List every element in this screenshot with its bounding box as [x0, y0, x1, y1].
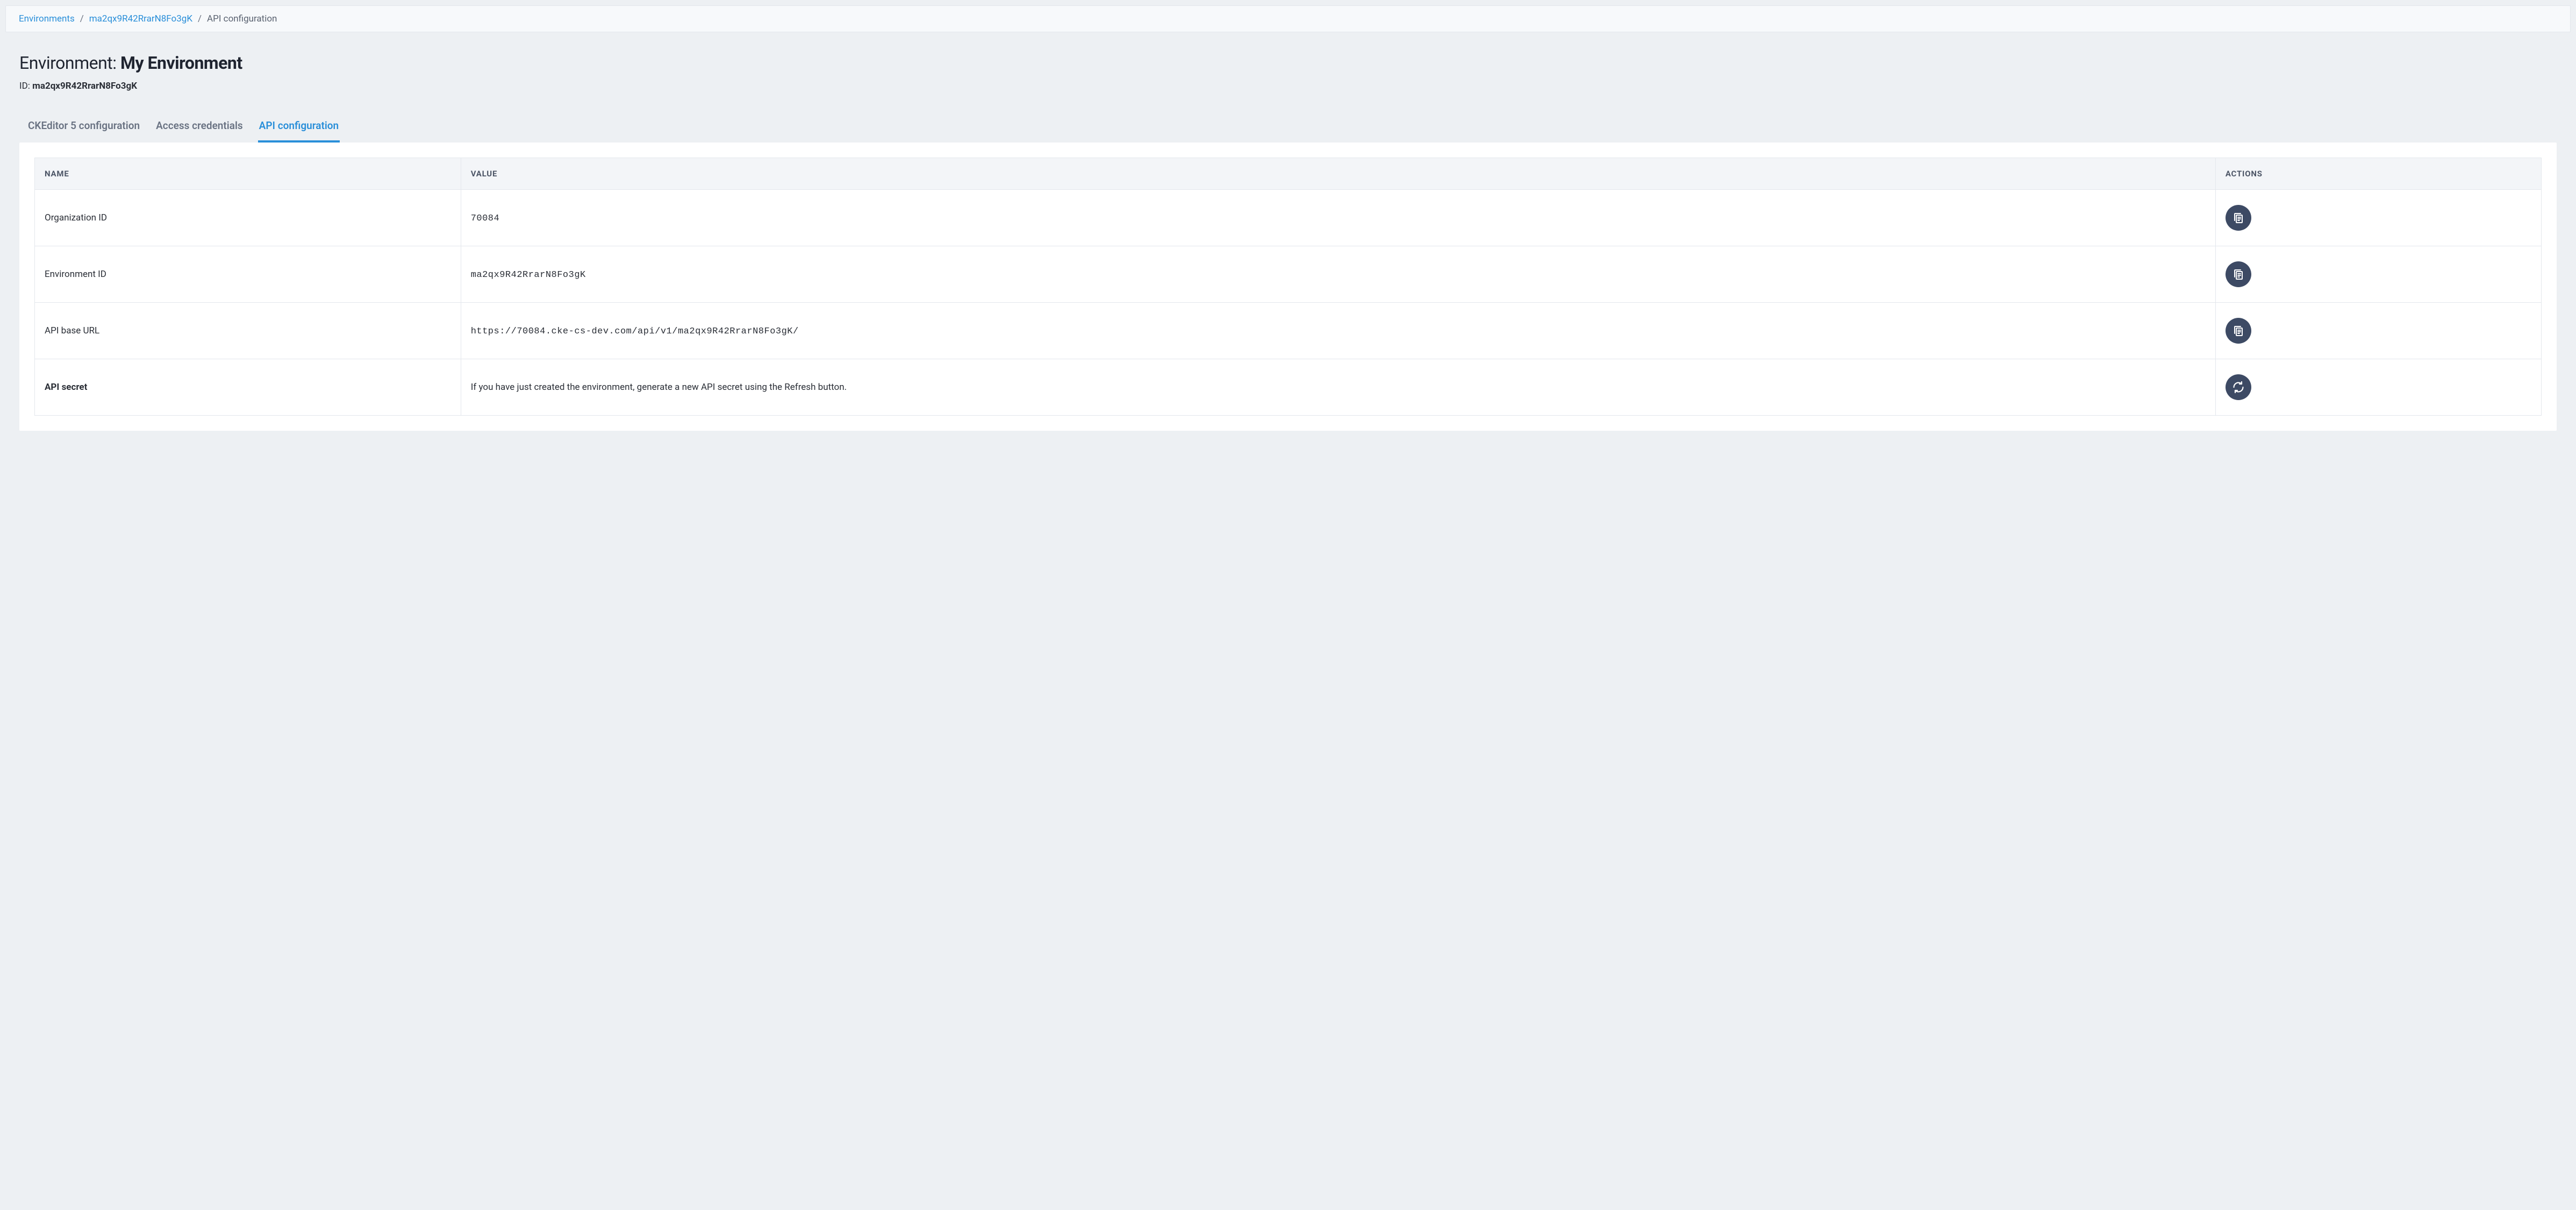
tab-access-credentials[interactable]: Access credentials	[155, 115, 244, 143]
refresh-button[interactable]	[2226, 374, 2251, 400]
breadcrumb-environments[interactable]: Environments	[19, 13, 75, 24]
breadcrumb: Environments / ma2qx9R42RrarN8Fo3gK / AP…	[5, 5, 2571, 32]
row-name-environment-id: Environment ID	[35, 246, 461, 303]
table-row: API secret If you have just created the …	[35, 359, 2542, 416]
breadcrumb-separator: /	[80, 13, 84, 24]
col-header-actions: ACTIONS	[2215, 158, 2541, 190]
tab-api-configuration[interactable]: API configuration	[258, 115, 340, 143]
tabs: CKEditor 5 configuration Access credenti…	[0, 101, 2576, 143]
refresh-icon	[2232, 381, 2245, 394]
config-table: NAME VALUE ACTIONS Organization ID 70084	[34, 158, 2542, 416]
content-panel: NAME VALUE ACTIONS Organization ID 70084	[19, 143, 2557, 431]
copy-icon	[2232, 268, 2245, 281]
row-value-api-base-url: https://70084.cke-cs-dev.com/api/v1/ma2q…	[471, 326, 799, 337]
table-row: API base URL https://70084.cke-cs-dev.co…	[35, 303, 2542, 359]
breadcrumb-separator: /	[198, 13, 202, 24]
breadcrumb-current: API configuration	[207, 13, 277, 24]
row-name-api-base-url: API base URL	[35, 303, 461, 359]
copy-button[interactable]	[2226, 261, 2251, 287]
tab-ckeditor-config[interactable]: CKEditor 5 configuration	[27, 115, 141, 143]
page-title: Environment: My Environment	[19, 53, 2557, 73]
copy-button[interactable]	[2226, 205, 2251, 231]
copy-icon	[2232, 211, 2245, 224]
col-header-name: NAME	[35, 158, 461, 190]
row-value-organization-id: 70084	[471, 213, 500, 224]
row-value-api-secret: If you have just created the environment…	[471, 382, 847, 393]
row-value-environment-id: ma2qx9R42RrarN8Fo3gK	[471, 270, 586, 280]
breadcrumb-environment-id[interactable]: ma2qx9R42RrarN8Fo3gK	[89, 13, 192, 24]
copy-button[interactable]	[2226, 318, 2251, 344]
page-title-prefix: Environment:	[19, 53, 120, 73]
table-row: Organization ID 70084	[35, 190, 2542, 246]
row-name-organization-id: Organization ID	[35, 190, 461, 246]
page-title-name: My Environment	[120, 53, 242, 73]
id-value: ma2qx9R42RrarN8Fo3gK	[32, 81, 137, 91]
copy-icon	[2232, 324, 2245, 337]
table-row: Environment ID ma2qx9R42RrarN8Fo3gK	[35, 246, 2542, 303]
row-name-api-secret: API secret	[35, 359, 461, 416]
id-label: ID:	[19, 81, 32, 91]
col-header-value: VALUE	[461, 158, 2215, 190]
page-subtitle: ID: ma2qx9R42RrarN8Fo3gK	[19, 81, 2557, 91]
page-header: Environment: My Environment ID: ma2qx9R4…	[0, 38, 2576, 101]
